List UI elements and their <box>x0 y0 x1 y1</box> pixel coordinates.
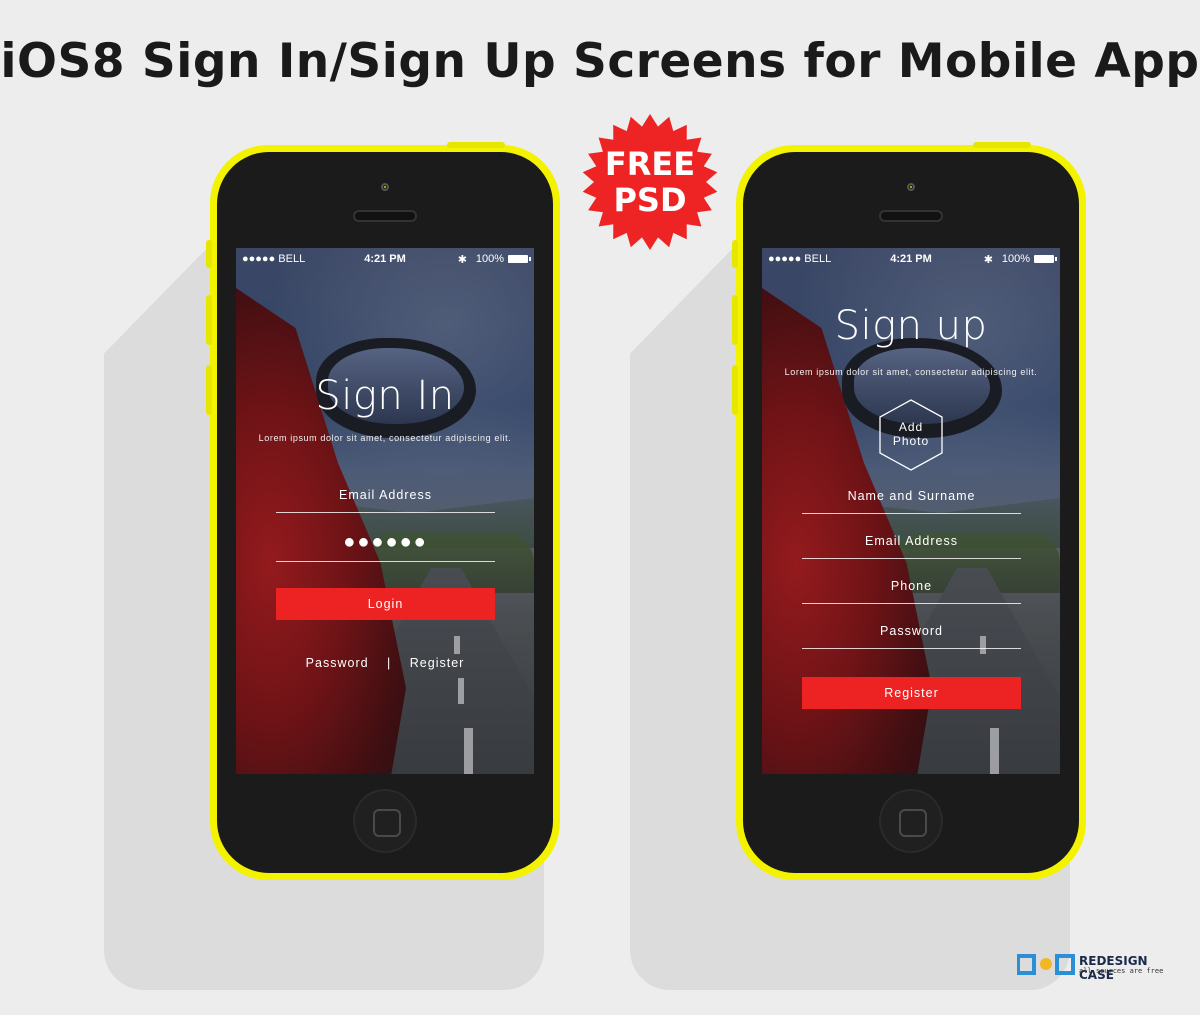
email-field[interactable]: Email Address <box>276 488 495 513</box>
forgot-password-link[interactable]: Password <box>306 656 369 670</box>
home-button[interactable] <box>353 789 417 853</box>
password-field[interactable]: ●●●●●● <box>276 532 495 562</box>
add-photo-label: Add Photo <box>892 420 930 448</box>
status-bar: ●●●●● BELL 4:21 PM ✱ 100% <box>762 248 1060 270</box>
mute-switch <box>206 240 212 268</box>
link-separator: | <box>387 656 392 670</box>
bluetooth-icon: ✱ <box>457 254 467 266</box>
speaker-grille <box>353 210 417 222</box>
email-field[interactable]: Email Address <box>802 534 1021 559</box>
mute-switch <box>732 240 738 268</box>
power-button <box>973 142 1031 148</box>
volume-up-button <box>206 295 212 345</box>
home-button[interactable] <box>879 789 943 853</box>
status-bar: ●●●●● BELL 4:21 PM ✱ 100% <box>236 248 534 270</box>
volume-down-button <box>206 365 212 415</box>
bluetooth-icon: ✱ <box>983 254 993 266</box>
logo-tagline: all sources are free <box>1079 967 1164 975</box>
camera-icon <box>907 183 915 191</box>
login-button[interactable]: Login <box>276 588 495 620</box>
rc-logo-icon <box>1017 954 1075 975</box>
volume-down-button <box>732 365 738 415</box>
page-title: iOS8 Sign In/Sign Up Screens for Mobile … <box>0 34 1200 89</box>
free-psd-badge: FREE PSD <box>580 112 720 252</box>
signin-subtitle: Lorem ipsum dolor sit amet, consectetur … <box>258 433 512 443</box>
volume-up-button <box>732 295 738 345</box>
signup-subtitle: Lorem ipsum dolor sit amet, consectetur … <box>784 367 1038 377</box>
battery-icon <box>1034 255 1057 263</box>
register-button[interactable]: Register <box>802 677 1021 709</box>
name-field[interactable]: Name and Surname <box>802 489 1021 514</box>
battery-percent: 100% <box>1001 253 1030 265</box>
redesign-case-logo: REDESIGN CASE all sources are free <box>1017 953 1177 982</box>
signin-title: Sign In <box>315 373 455 419</box>
signin-screen: ●●●●● BELL 4:21 PM ✱ 100% Sign In Lorem … <box>236 248 534 774</box>
signup-title: Sign up <box>834 303 988 349</box>
signup-screen: ●●●●● BELL 4:21 PM ✱ 100% Sign up Lorem … <box>762 248 1060 774</box>
phone-field[interactable]: Phone <box>802 579 1021 604</box>
power-button <box>447 142 505 148</box>
phone-signup: ●●●●● BELL 4:21 PM ✱ 100% Sign up Lorem … <box>732 142 1086 880</box>
signin-links: Password | Register <box>236 656 534 670</box>
password-field[interactable]: Password <box>802 624 1021 649</box>
battery-icon <box>508 255 531 263</box>
add-photo-button[interactable]: Add Photo <box>876 398 946 472</box>
camera-icon <box>381 183 389 191</box>
phone-signin: ●●●●● BELL 4:21 PM ✱ 100% Sign In Lorem … <box>206 142 560 880</box>
speaker-grille <box>879 210 943 222</box>
password-value: ●●●●●● <box>343 531 428 553</box>
battery-percent: 100% <box>475 253 504 265</box>
register-link[interactable]: Register <box>410 656 465 670</box>
badge-text: FREE PSD <box>604 145 696 219</box>
